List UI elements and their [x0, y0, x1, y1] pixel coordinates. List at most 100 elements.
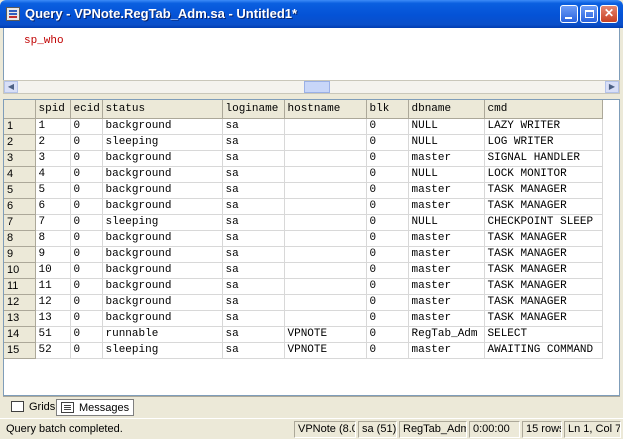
column-header[interactable]: loginame: [222, 100, 285, 119]
table-row[interactable]: 4 4 0 background sa 0 NULL LOCK MONITOR: [4, 166, 603, 183]
cell-spid[interactable]: 7: [35, 214, 71, 231]
cell-ecid[interactable]: 0: [70, 166, 103, 183]
cell-hostname[interactable]: [284, 198, 367, 215]
cell-spid[interactable]: 3: [35, 150, 71, 167]
cell-cmd[interactable]: TASK MANAGER: [484, 294, 603, 311]
cell-status[interactable]: runnable: [102, 326, 223, 343]
cell-ecid[interactable]: 0: [70, 326, 103, 343]
cell-blk[interactable]: 0: [366, 150, 409, 167]
cell-status[interactable]: background: [102, 278, 223, 295]
row-number[interactable]: 3: [4, 150, 36, 167]
table-row[interactable]: 9 9 0 background sa 0 master TASK MANAGER: [4, 246, 603, 263]
cell-cmd[interactable]: TASK MANAGER: [484, 198, 603, 215]
cell-blk[interactable]: 0: [366, 278, 409, 295]
title-bar[interactable]: Query - VPNote.RegTab_Adm.sa - Untitled1…: [0, 0, 623, 28]
cell-spid[interactable]: 4: [35, 166, 71, 183]
cell-dbname[interactable]: NULL: [408, 118, 485, 135]
cell-hostname[interactable]: [284, 262, 367, 279]
cell-cmd[interactable]: LAZY WRITER: [484, 118, 603, 135]
cell-spid[interactable]: 6: [35, 198, 71, 215]
table-row[interactable]: 11 11 0 background sa 0 master TASK MANAGER: [4, 278, 603, 295]
cell-blk[interactable]: 0: [366, 134, 409, 151]
column-header[interactable]: spid: [35, 100, 71, 119]
cell-hostname[interactable]: [284, 246, 367, 263]
cell-hostname[interactable]: [284, 166, 367, 183]
cell-status[interactable]: sleeping: [102, 342, 223, 359]
cell-spid[interactable]: 11: [35, 278, 71, 295]
cell-status[interactable]: background: [102, 310, 223, 327]
results-grid[interactable]: spid ecid status loginame hostname blk d…: [3, 99, 620, 396]
table-row[interactable]: 15 52 0 sleeping sa VPNOTE 0 master AWAITING COM…: [4, 342, 603, 359]
corner-header[interactable]: [4, 100, 36, 119]
row-number[interactable]: 11: [4, 278, 36, 295]
table-row[interactable]: 3 3 0 background sa 0 master SIGNAL HANDLER: [4, 150, 603, 167]
maximize-button[interactable]: [580, 5, 598, 23]
cell-cmd[interactable]: LOG WRITER: [484, 134, 603, 151]
cell-dbname[interactable]: master: [408, 198, 485, 215]
cell-ecid[interactable]: 0: [70, 342, 103, 359]
cell-blk[interactable]: 0: [366, 198, 409, 215]
cell-spid[interactable]: 5: [35, 182, 71, 199]
table-row[interactable]: 12 12 0 background sa 0 master TASK MANAGER: [4, 294, 603, 311]
cell-ecid[interactable]: 0: [70, 230, 103, 247]
scroll-left-icon[interactable]: ◀: [4, 81, 18, 93]
cell-spid[interactable]: 13: [35, 310, 71, 327]
cell-loginame[interactable]: sa: [222, 342, 285, 359]
table-row[interactable]: 2 2 0 sleeping sa 0 NULL LOG WRITER: [4, 134, 603, 151]
cell-loginame[interactable]: sa: [222, 182, 285, 199]
table-row[interactable]: 13 13 0 background sa 0 master TASK MANAGER: [4, 310, 603, 327]
row-number[interactable]: 12: [4, 294, 36, 311]
cell-blk[interactable]: 0: [366, 310, 409, 327]
row-number[interactable]: 6: [4, 198, 36, 215]
cell-dbname[interactable]: master: [408, 262, 485, 279]
cell-status[interactable]: background: [102, 166, 223, 183]
cell-ecid[interactable]: 0: [70, 246, 103, 263]
minimize-button[interactable]: [560, 5, 578, 23]
column-header[interactable]: status: [102, 100, 223, 119]
cell-ecid[interactable]: 0: [70, 198, 103, 215]
cell-spid[interactable]: 51: [35, 326, 71, 343]
cell-hostname[interactable]: [284, 310, 367, 327]
cell-blk[interactable]: 0: [366, 118, 409, 135]
cell-ecid[interactable]: 0: [70, 118, 103, 135]
cell-spid[interactable]: 12: [35, 294, 71, 311]
cell-blk[interactable]: 0: [366, 326, 409, 343]
cell-hostname[interactable]: [284, 294, 367, 311]
table-row[interactable]: 5 5 0 background sa 0 master TASK MANAGER: [4, 182, 603, 199]
cell-loginame[interactable]: sa: [222, 294, 285, 311]
cell-loginame[interactable]: sa: [222, 134, 285, 151]
cell-status[interactable]: sleeping: [102, 134, 223, 151]
cell-hostname[interactable]: VPNOTE: [284, 342, 367, 359]
column-header[interactable]: cmd: [484, 100, 603, 119]
cell-loginame[interactable]: sa: [222, 166, 285, 183]
cell-ecid[interactable]: 0: [70, 294, 103, 311]
cell-cmd[interactable]: TASK MANAGER: [484, 182, 603, 199]
cell-dbname[interactable]: master: [408, 278, 485, 295]
cell-cmd[interactable]: TASK MANAGER: [484, 310, 603, 327]
close-button[interactable]: ✕: [600, 5, 618, 23]
table-row[interactable]: 8 8 0 background sa 0 master TASK MANAGER: [4, 230, 603, 247]
tab-messages[interactable]: Messages: [56, 399, 135, 416]
query-editor[interactable]: sp_who: [3, 28, 620, 80]
cell-loginame[interactable]: sa: [222, 230, 285, 247]
cell-cmd[interactable]: TASK MANAGER: [484, 246, 603, 263]
query-text[interactable]: sp_who: [24, 35, 64, 47]
cell-blk[interactable]: 0: [366, 166, 409, 183]
row-number[interactable]: 5: [4, 182, 36, 199]
cell-dbname[interactable]: master: [408, 294, 485, 311]
cell-cmd[interactable]: LOCK MONITOR: [484, 166, 603, 183]
cell-hostname[interactable]: [284, 134, 367, 151]
cell-blk[interactable]: 0: [366, 230, 409, 247]
cell-cmd[interactable]: SIGNAL HANDLER: [484, 150, 603, 167]
cell-hostname[interactable]: [284, 182, 367, 199]
cell-dbname[interactable]: master: [408, 182, 485, 199]
cell-hostname[interactable]: [284, 118, 367, 135]
cell-loginame[interactable]: sa: [222, 310, 285, 327]
row-number[interactable]: 15: [4, 342, 36, 359]
row-number[interactable]: 8: [4, 230, 36, 247]
row-number[interactable]: 7: [4, 214, 36, 231]
cell-hostname[interactable]: [284, 214, 367, 231]
cell-status[interactable]: background: [102, 246, 223, 263]
cell-status[interactable]: sleeping: [102, 214, 223, 231]
table-row[interactable]: 10 10 0 background sa 0 master TASK MANAGER: [4, 262, 603, 279]
